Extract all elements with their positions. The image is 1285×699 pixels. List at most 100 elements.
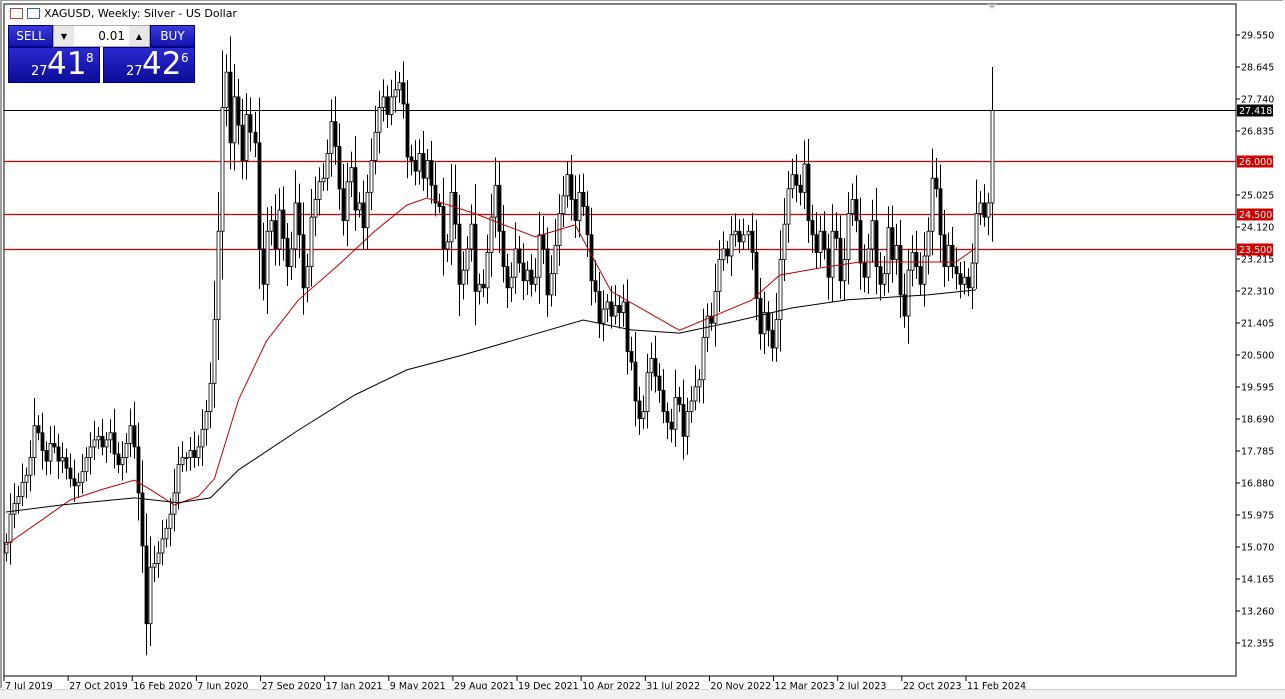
candle-body	[77, 482, 80, 486]
bullish-candle	[181, 441, 184, 472]
bearish-candle	[73, 460, 76, 502]
bearish-candle	[302, 202, 305, 314]
bearish-candle	[362, 181, 365, 249]
lot-size-stepper[interactable]: ▼ 0.01 ▲	[53, 25, 150, 47]
bullish-candle	[121, 441, 124, 480]
bullish-candle	[213, 281, 216, 408]
candle-body	[205, 412, 208, 430]
candle-body	[366, 192, 369, 227]
candle-body	[418, 153, 421, 171]
bearish-candle	[57, 434, 60, 479]
candle-body	[374, 132, 377, 160]
symbol-icon[interactable]	[27, 8, 40, 19]
candle-body	[141, 493, 144, 546]
candle-body	[258, 143, 261, 249]
candle-body	[37, 426, 40, 433]
candle-body	[927, 231, 930, 256]
candle-body	[414, 161, 417, 172]
bullish-candle	[85, 447, 88, 481]
candle-body	[835, 231, 838, 238]
bullish-candle	[105, 432, 108, 463]
bullish-candle	[33, 398, 36, 475]
bearish-candle	[670, 409, 673, 443]
candle-body	[506, 267, 509, 288]
bearish-candle	[726, 241, 729, 263]
candle-body	[879, 267, 882, 285]
candle-body	[286, 238, 289, 266]
bearish-candle	[518, 236, 521, 273]
candle-body	[169, 514, 172, 528]
candle-body	[839, 238, 842, 280]
bearish-candle	[354, 136, 357, 231]
y-axis-label: 21.405	[1241, 319, 1274, 330]
bearish-candle	[193, 431, 196, 467]
decrease-lot-icon[interactable]: ▼	[54, 26, 74, 46]
bullish-candle	[763, 291, 766, 354]
bullish-candle	[17, 486, 20, 514]
bearish-candle	[859, 198, 862, 290]
candle-body	[105, 440, 108, 447]
bullish-candle	[466, 236, 469, 284]
candle-body	[326, 153, 329, 178]
bearish-candle	[474, 184, 477, 325]
candle-body	[955, 267, 958, 274]
candle-body	[382, 97, 385, 108]
bearish-candle	[939, 165, 942, 263]
bearish-candle	[959, 262, 962, 299]
bullish-candle	[851, 184, 854, 226]
candle-body	[538, 235, 541, 277]
bearish-candle	[69, 453, 72, 487]
bullish-candle	[927, 217, 930, 274]
bearish-candle	[863, 244, 866, 292]
candle-body	[217, 231, 220, 319]
ask-price-button[interactable]: 27 42 6	[103, 47, 195, 83]
bearish-candle	[899, 220, 902, 318]
candle-body	[274, 221, 277, 249]
bearish-candle	[666, 403, 669, 440]
bullish-candle	[783, 198, 786, 281]
bullish-candle	[775, 293, 778, 362]
increase-lot-icon[interactable]: ▲	[129, 26, 149, 46]
bearish-candle	[249, 97, 252, 151]
bullish-candle	[730, 216, 733, 276]
bullish-candle	[197, 435, 200, 466]
candle-body	[526, 270, 529, 281]
lot-size-input[interactable]: 0.01	[74, 26, 129, 46]
bearish-candle	[406, 80, 409, 178]
bullish-candle	[867, 234, 870, 294]
candle-body	[394, 90, 397, 97]
candle-body	[614, 305, 617, 316]
candle-body	[221, 107, 224, 231]
candle-body	[698, 380, 701, 387]
bullish-candle	[25, 467, 28, 498]
bullish-candle	[49, 426, 52, 474]
candle-body	[502, 231, 505, 266]
candle-body	[117, 454, 120, 465]
candle-body	[759, 298, 762, 333]
bullish-candle	[602, 290, 605, 341]
bid-price-button[interactable]: 27 41 8	[8, 47, 100, 83]
bearish-candle	[815, 212, 818, 269]
bullish-candle	[747, 225, 750, 250]
bullish-candle	[674, 370, 677, 447]
bullish-candle	[911, 235, 914, 286]
chart-menu-icon[interactable]	[10, 8, 23, 19]
chart-shift-marker[interactable]	[987, 4, 997, 9]
buy-button[interactable]: BUY	[150, 25, 195, 47]
bearish-candle	[738, 219, 741, 253]
candle-body	[422, 153, 425, 178]
bullish-candle	[201, 409, 204, 466]
candle-body	[518, 249, 521, 263]
bullish-candle	[270, 206, 273, 245]
bullish-candle	[266, 207, 269, 314]
candle-body	[602, 309, 605, 323]
price-chart[interactable]: 29.55028.64527.74026.83525.02524.12023.2…	[0, 0, 1285, 698]
candle-body	[45, 450, 48, 461]
candle-body	[89, 447, 92, 458]
candle-body	[979, 203, 982, 214]
bullish-candle	[538, 212, 541, 304]
candle-body	[682, 405, 685, 437]
candle-body	[133, 426, 136, 447]
bullish-candle	[614, 285, 617, 324]
sell-button[interactable]: SELL	[8, 25, 53, 47]
